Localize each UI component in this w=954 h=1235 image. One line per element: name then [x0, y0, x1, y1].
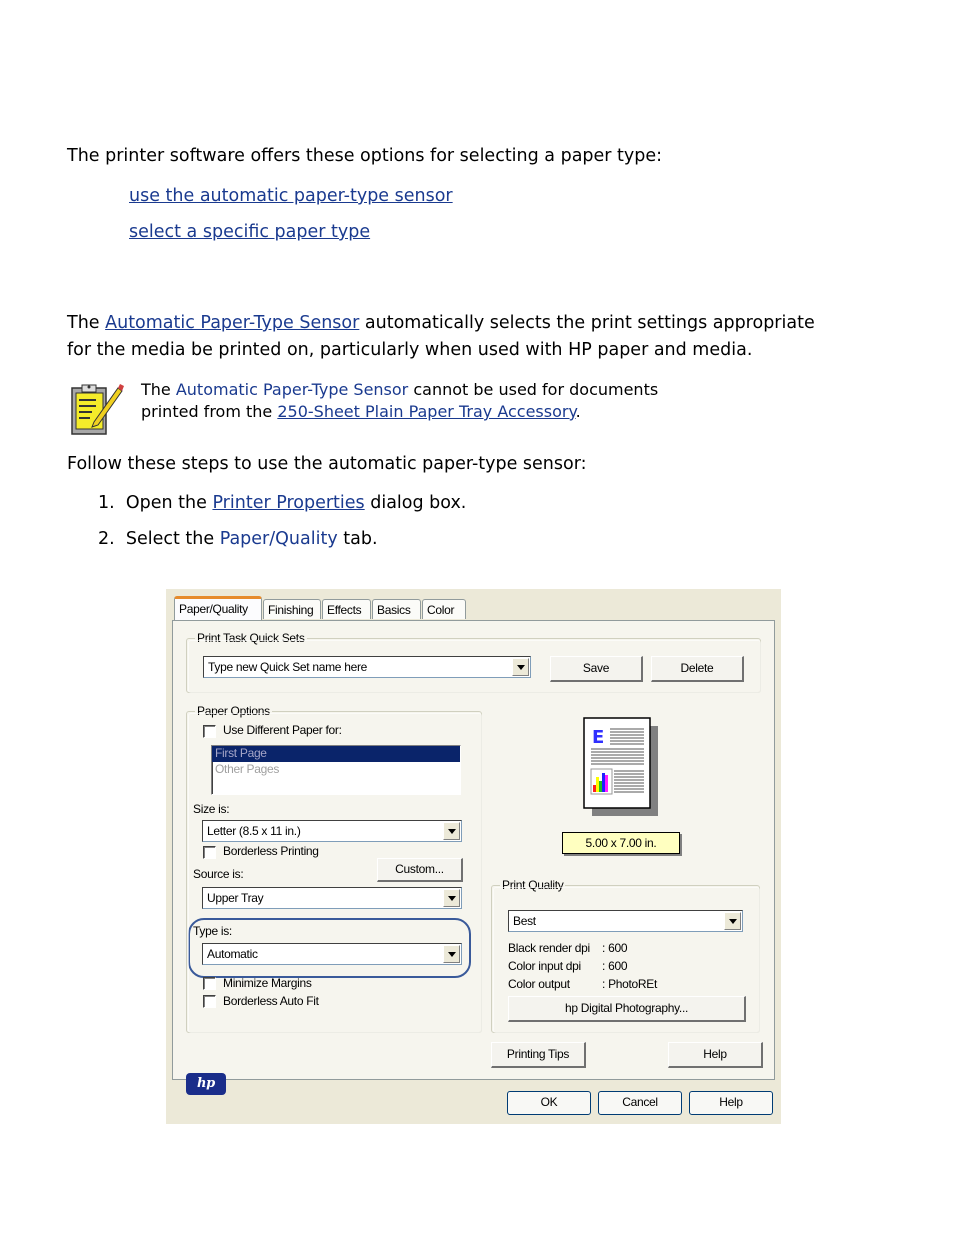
paper-options-group: Paper Options Use Different Paper for: F…	[186, 704, 482, 1033]
type-combo[interactable]: Automatic	[202, 943, 462, 965]
note-clipboard-icon	[70, 382, 126, 436]
chevron-down-icon[interactable]	[512, 658, 529, 676]
list-item-first-page[interactable]: First Page	[212, 746, 460, 762]
print-quality-legend: Print Quality	[500, 878, 566, 892]
text: cannot be used for documents	[408, 380, 659, 399]
type-label: Type is:	[193, 924, 232, 938]
quick-set-combo[interactable]: Type new Quick Set name here	[203, 656, 531, 678]
black-dpi-label: Black render dpi	[508, 941, 590, 955]
link-250-sheet-tray[interactable]: 250-Sheet Plain Paper Tray Accessory	[277, 402, 575, 421]
text: tab.	[337, 529, 378, 549]
quality-value: Best	[513, 914, 536, 928]
tab-effects[interactable]: Effects	[322, 599, 371, 619]
help-button[interactable]: Help	[689, 1091, 773, 1115]
page-preview-icon: E	[582, 717, 662, 817]
text: printed from the	[141, 402, 278, 421]
quick-sets-legend: Print Task Quick Sets	[195, 631, 307, 645]
sensor-paragraph-line1: The Automatic Paper-Type Sensor automati…	[67, 310, 815, 337]
pages-listbox[interactable]: First Page Other Pages	[211, 745, 461, 795]
link-specific-paper-type[interactable]: select a specific paper type	[129, 219, 370, 246]
chevron-down-icon[interactable]	[443, 822, 460, 840]
note-term: Automatic Paper-Type Sensor	[175, 380, 409, 399]
size-label: Size is:	[193, 802, 230, 816]
source-value: Upper Tray	[207, 891, 264, 905]
source-label: Source is:	[193, 867, 244, 881]
text: dialog box.	[364, 493, 467, 513]
chevron-down-icon[interactable]	[443, 945, 460, 963]
text: automatically selects the print settings…	[359, 313, 815, 333]
print-quality-group: Print Quality Best Black render dpi : 60…	[491, 878, 760, 1033]
text: .	[575, 402, 581, 421]
step-2: 2. Select the Paper/Quality tab.	[98, 526, 378, 553]
text: The	[141, 380, 176, 399]
minimize-margins-checkbox[interactable]	[203, 977, 216, 990]
steps-intro: Follow these steps to use the automatic …	[67, 454, 587, 474]
size-value: Letter (8.5 x 11 in.)	[207, 824, 301, 838]
use-different-paper-label: Use Different Paper for:	[223, 723, 342, 737]
quality-combo[interactable]: Best	[508, 910, 743, 932]
note-line2: printed from the 250-Sheet Plain Paper T…	[141, 401, 581, 423]
paper-quality-panel: Print Task Quick Sets Type new Quick Set…	[172, 620, 775, 1095]
color-output-label: Color output	[508, 977, 570, 991]
source-combo[interactable]: Upper Tray	[202, 887, 462, 909]
printing-tips-button[interactable]: Printing Tips	[491, 1042, 586, 1068]
delete-button[interactable]: Delete	[651, 656, 744, 682]
borderless-autofit-label: Borderless Auto Fit	[223, 994, 319, 1008]
link-printer-properties[interactable]: Printer Properties	[212, 493, 364, 513]
use-different-paper-checkbox[interactable]	[203, 725, 216, 738]
hp-logo: hp	[186, 1073, 226, 1095]
step-number: 1.	[98, 493, 115, 513]
paper-options-legend: Paper Options	[195, 704, 272, 718]
black-dpi-value: : 600	[602, 941, 628, 955]
printer-properties-dialog: Paper/Quality Finishing Effects Basics C…	[166, 589, 781, 1124]
save-button[interactable]: Save	[550, 656, 643, 682]
step-1: 1. Open the Printer Properties dialog bo…	[98, 490, 466, 517]
borderless-autofit-checkbox[interactable]	[203, 995, 216, 1008]
custom-button[interactable]: Custom...	[377, 858, 463, 882]
step-number: 2.	[98, 529, 115, 549]
hp-digital-photography-button[interactable]: hp Digital Photography...	[508, 996, 746, 1022]
borderless-printing-label: Borderless Printing	[223, 844, 319, 858]
chevron-down-icon[interactable]	[724, 912, 741, 930]
quick-sets-group: Print Task Quick Sets Type new Quick Set…	[186, 631, 761, 693]
borderless-printing-checkbox[interactable]	[203, 846, 216, 859]
sensor-paragraph-line2: for the media be printed on, particularl…	[67, 340, 753, 360]
quick-set-value: Type new Quick Set name here	[208, 660, 368, 674]
link-sensor[interactable]: Automatic Paper-Type Sensor	[105, 313, 359, 333]
color-input-label: Color input dpi	[508, 959, 581, 973]
help-inner-button[interactable]: Help	[668, 1042, 763, 1068]
ok-button[interactable]: OK	[507, 1091, 591, 1115]
text: Open the	[125, 493, 213, 513]
text: The	[67, 313, 106, 333]
color-input-value: : 600	[602, 959, 628, 973]
text: Select the	[125, 529, 220, 549]
minimize-margins-label: Minimize Margins	[223, 976, 312, 990]
note-line1: The Automatic Paper-Type Sensor cannot b…	[141, 379, 658, 401]
tab-paper-quality[interactable]: Paper/Quality	[174, 596, 262, 620]
tab-basics[interactable]: Basics	[372, 599, 421, 619]
chevron-down-icon[interactable]	[443, 889, 460, 907]
cancel-button[interactable]: Cancel	[598, 1091, 682, 1115]
color-output-value: : PhotoREt	[602, 977, 658, 991]
link-automatic-sensor[interactable]: use the automatic paper-type sensor	[129, 183, 453, 210]
step-term: Paper/Quality	[219, 529, 338, 549]
intro-text: The printer software offers these option…	[67, 146, 663, 166]
size-combo[interactable]: Letter (8.5 x 11 in.)	[202, 820, 462, 842]
list-item-other-pages[interactable]: Other Pages	[212, 762, 460, 778]
type-value: Automatic	[207, 947, 258, 961]
tab-color[interactable]: Color	[422, 599, 466, 619]
preview-size-badge: 5.00 x 7.00 in.	[562, 832, 680, 854]
svg-text:E: E	[592, 727, 604, 748]
tab-finishing[interactable]: Finishing	[263, 599, 321, 619]
